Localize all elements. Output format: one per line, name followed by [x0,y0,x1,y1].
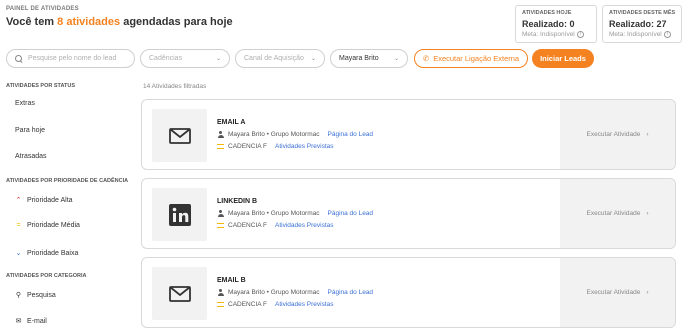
activity-count-highlight: 8 atividades [57,16,121,28]
cadence-icon [217,223,224,228]
info-icon[interactable]: i [663,31,671,38]
cadencia-select[interactable]: Cadências ⌄ [140,49,230,68]
search-icon [15,54,23,63]
user-select[interactable]: Mayara Brito ⌄ [330,49,408,68]
planned-activities-link[interactable]: Atividades Previstas [275,301,334,308]
sidebar-item-today[interactable]: Para hoje [15,127,45,134]
info-icon[interactable]: i [576,31,584,38]
chevron-down-icon: ⌄ [215,56,221,62]
activity-title: EMAIL A [217,119,246,126]
stat-card-today: ATIVIDADES HOJE Realizado: 0 Meta: Indis… [515,5,597,43]
activity-card[interactable]: LINKEDIN B Mayara Brito • Grupo Motormac… [141,178,676,249]
sidebar-item-extras[interactable]: Extras [15,100,35,107]
sidebar-item-research[interactable]: ⚲ Pesquisa [15,291,56,300]
category-heading: ATIVIDADES POR CATEGORIA [6,273,87,279]
stat-label: ATIVIDADES HOJE [522,10,572,16]
page-title: Você tem 8 atividades agendadas para hoj… [6,16,233,28]
sidebar-item-priority-medium[interactable]: = Prioridade Média [15,222,79,229]
sidebar-item-priority-low[interactable]: ⌄ Prioridade Baixa [15,249,79,258]
canal-select[interactable]: Canal de Aquisição ⌄ [235,49,325,68]
person-icon [217,289,224,296]
activity-title: LINKEDIN B [217,198,258,205]
equals-icon: = [16,222,21,229]
stat-label: ATIVIDADES DESTE MÊS [609,10,676,16]
cadence-icon [217,144,224,149]
search-icon: ⚲ [15,292,22,299]
status-heading: ATIVIDADES POR STATUS [6,83,76,89]
stat-card-month: ATIVIDADES DESTE MÊS Realizado: 27 Meta:… [602,5,682,43]
execute-activity-button[interactable]: Executar Atividade › [560,179,675,248]
planned-activities-link[interactable]: Atividades Previstas [275,222,334,229]
chevron-down-icon: ⌄ [310,56,316,62]
section-label: PAINEL DE ATIVIDADES [6,6,79,12]
mail-icon [152,267,207,320]
mail-icon: ✉ [15,318,22,325]
stat-meta: Meta: Indisponível i [609,31,675,38]
external-call-button[interactable]: ✆ Executar Ligação Externa [414,49,528,68]
priority-heading: ATIVIDADES POR PRIORIDADE DE CADÊNCIA [6,178,129,184]
search-input[interactable]: Pesquise pelo nome do lead [6,49,135,68]
chevron-right-icon: › [646,210,649,217]
planned-activities-link[interactable]: Atividades Previstas [275,143,334,150]
stat-value: Realizado: 27 [609,19,667,29]
person-icon [217,131,224,138]
activity-card[interactable]: EMAIL B Mayara Brito • Grupo Motormac Pág… [141,257,676,328]
execute-activity-button[interactable]: Executar Atividade › [560,100,675,169]
mail-icon [152,109,207,162]
sidebar-item-overdue[interactable]: Atrasadas [15,153,47,160]
activity-card[interactable]: EMAIL A Mayara Brito • Grupo Motormac Pág… [141,99,676,170]
chevron-down-icon: ⌄ [15,250,22,257]
chevron-up-icon: ⌃ [15,197,22,204]
person-icon [217,210,224,217]
lead-page-link[interactable]: Página do Lead [328,210,374,217]
start-leads-button[interactable]: Iniciar Leads [532,49,594,68]
execute-activity-button[interactable]: Executar Atividade › [560,258,675,327]
activity-title: EMAIL B [217,277,246,284]
chevron-down-icon: ⌄ [393,56,399,62]
lead-page-link[interactable]: Página do Lead [328,289,374,296]
chevron-right-icon: › [646,289,649,296]
phone-icon: ✆ [422,54,430,63]
linkedin-icon [152,188,207,241]
chevron-right-icon: › [646,131,649,138]
stat-meta: Meta: Indisponível i [522,31,590,38]
sidebar-item-email[interactable]: ✉ E-mail [15,317,47,326]
sidebar-item-priority-high[interactable]: ⌃ Prioridade Alta [15,196,73,205]
lead-page-link[interactable]: Página do Lead [328,131,374,138]
cadence-icon [217,302,224,307]
filtered-count: 14 Atividades filtradas [143,83,207,90]
stat-value: Realizado: 0 [522,19,575,29]
